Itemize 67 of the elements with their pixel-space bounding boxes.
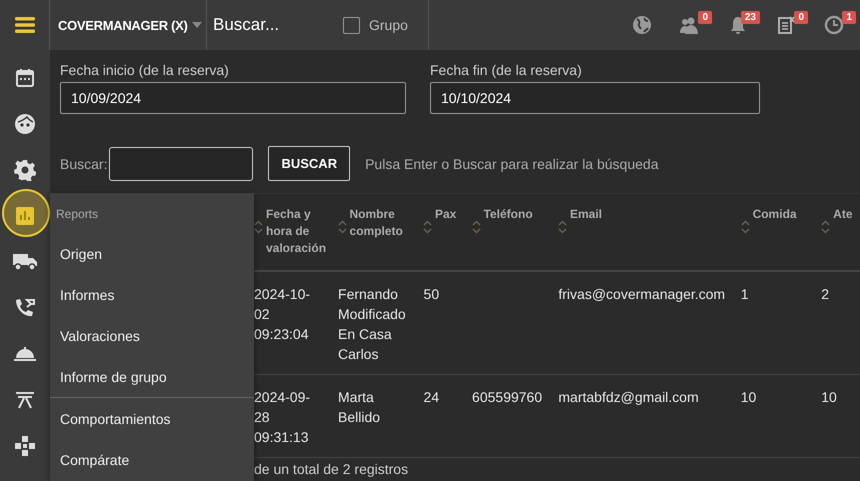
table-cell: 50 bbox=[424, 286, 440, 302]
table-summary: de un total de 2 registros bbox=[254, 461, 408, 477]
column-header: Ate bbox=[833, 206, 853, 223]
column-header: Teléfono bbox=[484, 206, 533, 223]
menu-item[interactable]: Valoraciones bbox=[50, 315, 254, 356]
face-icon bbox=[14, 113, 36, 135]
table-cell: martabfdz@gmail.com bbox=[558, 389, 699, 405]
menu-item[interactable]: Compárate bbox=[50, 439, 254, 480]
table-cell: 2024-09-28 09:31:13 bbox=[254, 389, 310, 445]
sort-icon[interactable] bbox=[821, 220, 830, 234]
menu-item[interactable]: Informes bbox=[50, 274, 254, 315]
group-label: Grupo bbox=[369, 17, 408, 33]
column-header: Email bbox=[570, 206, 602, 223]
notification-count: 23 bbox=[740, 11, 760, 24]
truck-icon bbox=[13, 253, 37, 271]
notification-count: 0 bbox=[794, 11, 808, 24]
table-cell: Marta Bellido bbox=[338, 389, 380, 425]
caret-icon bbox=[192, 22, 202, 28]
sort-icon[interactable] bbox=[422, 220, 432, 234]
phone-icon bbox=[14, 297, 36, 319]
sort-icon[interactable] bbox=[558, 220, 567, 234]
sort-icon[interactable] bbox=[254, 220, 263, 234]
clock-icon bbox=[824, 15, 844, 35]
sort-icon[interactable] bbox=[472, 220, 481, 234]
people-icon bbox=[679, 15, 701, 35]
sort-icon[interactable] bbox=[740, 220, 750, 234]
table-cell: frivas@covermanager.com bbox=[558, 286, 726, 302]
menu-title: Reports bbox=[55, 206, 100, 223]
bar-chart-icon bbox=[15, 206, 35, 226]
account-dropdown[interactable]: COVERMANAGER (X) bbox=[50, 0, 207, 50]
search-field[interactable]: Buscar... bbox=[207, 5, 333, 45]
column-header: Nombre completo bbox=[350, 206, 404, 240]
search-label: Buscar: bbox=[60, 156, 108, 172]
globe-icon bbox=[632, 15, 652, 35]
column-header: Comida bbox=[752, 206, 797, 223]
table-cell: 1 bbox=[740, 286, 749, 302]
table-cell: 24 bbox=[424, 389, 440, 405]
calendar-icon bbox=[15, 68, 35, 88]
end-date-field[interactable]: 10/10/2024 bbox=[430, 82, 760, 114]
end-date-label: Fecha fin (de la reserva) bbox=[430, 62, 583, 78]
menu-item[interactable]: Origen bbox=[50, 233, 254, 274]
table-cell: 2 bbox=[821, 286, 830, 302]
table-cell: 605599760 bbox=[472, 389, 542, 405]
sort-icon[interactable] bbox=[338, 220, 347, 234]
start-date-label: Fecha inicio (de la reserva) bbox=[60, 62, 230, 78]
menu-item[interactable]: Comportamientos bbox=[50, 398, 254, 439]
menu-icon bbox=[14, 16, 36, 34]
settings-icon bbox=[14, 159, 36, 181]
menu-item[interactable]: Informe de grupo bbox=[50, 356, 254, 397]
column-header: Fecha y hora de valoración bbox=[266, 206, 328, 257]
search-button[interactable]: BUSCAR bbox=[268, 146, 350, 181]
highlight-circle bbox=[2, 189, 50, 237]
search-input[interactable] bbox=[109, 146, 254, 180]
notification-count: 0 bbox=[698, 11, 712, 24]
table-cell: 10 bbox=[821, 389, 837, 405]
table-cell: 2024-10-02 09:23:04 bbox=[254, 286, 310, 342]
table-cell: Fernando Modificado En Casa Carlos bbox=[338, 286, 406, 362]
clipboard-icon bbox=[776, 15, 796, 35]
puzzle-icon bbox=[14, 435, 36, 457]
group-checkbox[interactable] bbox=[343, 16, 360, 34]
column-header: Pax bbox=[434, 206, 456, 223]
start-date-field[interactable]: 10/09/2024 bbox=[60, 82, 406, 114]
cloche-icon bbox=[14, 346, 36, 362]
table-icon bbox=[15, 391, 35, 409]
table-cell: 10 bbox=[740, 389, 756, 405]
search-hint: Pulsa Enter o Buscar para realizar la búsqueda bbox=[365, 156, 658, 172]
notification-count: 1 bbox=[842, 11, 856, 24]
